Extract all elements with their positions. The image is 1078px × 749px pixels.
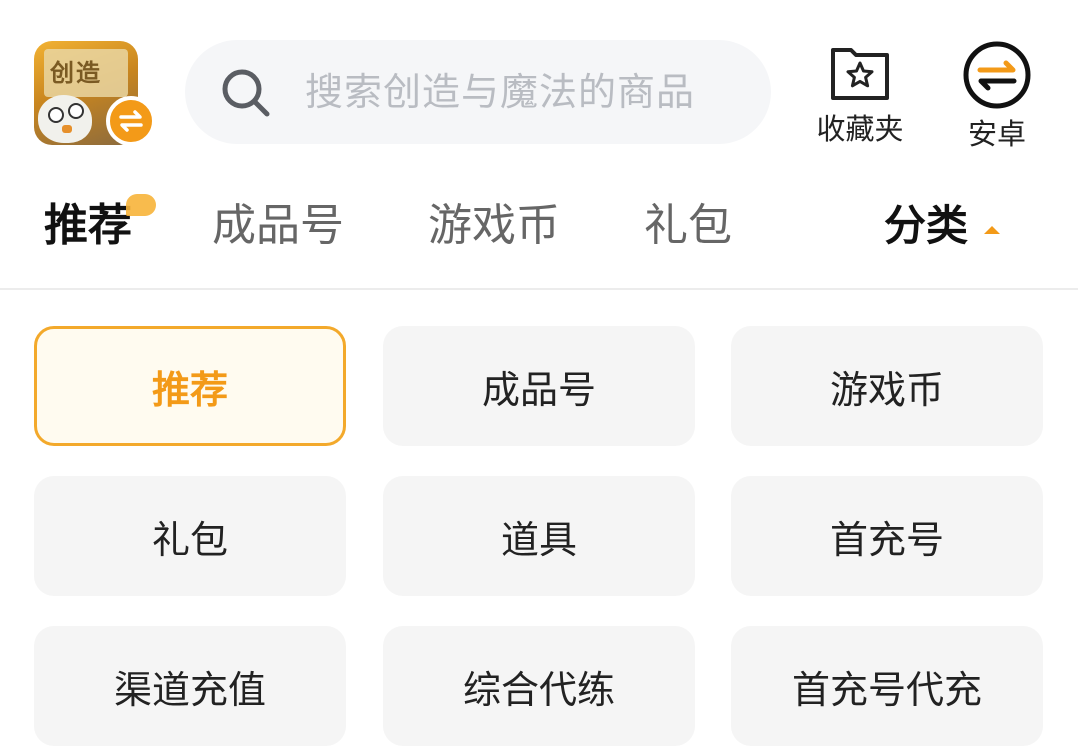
category-option[interactable]: 游戏币	[731, 326, 1043, 446]
tab-recommend[interactable]: 推荐	[44, 178, 132, 274]
category-option[interactable]: 综合代练	[383, 626, 695, 746]
page: 创造 搜索创造与魔法的商品 收藏夹 安卓 推荐 成品号 游戏币 礼包 分类 推荐…	[0, 0, 1078, 749]
favorites-button[interactable]: 收藏夹	[812, 40, 908, 146]
favorites-label: 收藏夹	[816, 112, 904, 146]
tab-accounts[interactable]: 成品号	[212, 178, 344, 274]
tabs-fade-overlay	[800, 178, 890, 274]
category-option[interactable]: 成品号	[383, 326, 695, 446]
app-icon-beak	[62, 125, 72, 133]
app-icon-bird	[38, 95, 92, 143]
tab-gift-packs[interactable]: 礼包	[644, 178, 732, 274]
category-option[interactable]: 推荐	[34, 326, 346, 446]
category-option[interactable]: 渠道充值	[34, 626, 346, 746]
category-toggle-button[interactable]: 分类	[884, 178, 1001, 274]
switch-game-badge[interactable]	[106, 96, 156, 146]
active-tab-indicator	[126, 194, 156, 216]
app-icon-title: 创造	[50, 58, 102, 87]
category-option[interactable]: 首充号	[731, 476, 1043, 596]
caret-up-icon	[984, 225, 1001, 234]
search-placeholder: 搜索创造与魔法的商品	[305, 70, 696, 114]
divider	[0, 288, 1078, 290]
platform-label: 安卓	[967, 117, 1026, 151]
tab-game-coins[interactable]: 游戏币	[428, 178, 560, 274]
search-icon	[222, 69, 270, 117]
category-option[interactable]: 道具	[383, 476, 695, 596]
category-option[interactable]: 首充号代充	[731, 626, 1043, 746]
category-option[interactable]: 礼包	[34, 476, 346, 596]
swap-circle-icon	[963, 41, 1031, 109]
search-input[interactable]: 搜索创造与魔法的商品	[185, 40, 771, 144]
star-folder-icon	[831, 48, 889, 100]
swap-arrows-icon	[119, 110, 143, 132]
category-toggle-label: 分类	[884, 201, 969, 250]
app-icon-eye	[68, 103, 84, 119]
app-icon-eye	[48, 107, 64, 123]
platform-switch-button[interactable]: 安卓	[950, 40, 1046, 151]
